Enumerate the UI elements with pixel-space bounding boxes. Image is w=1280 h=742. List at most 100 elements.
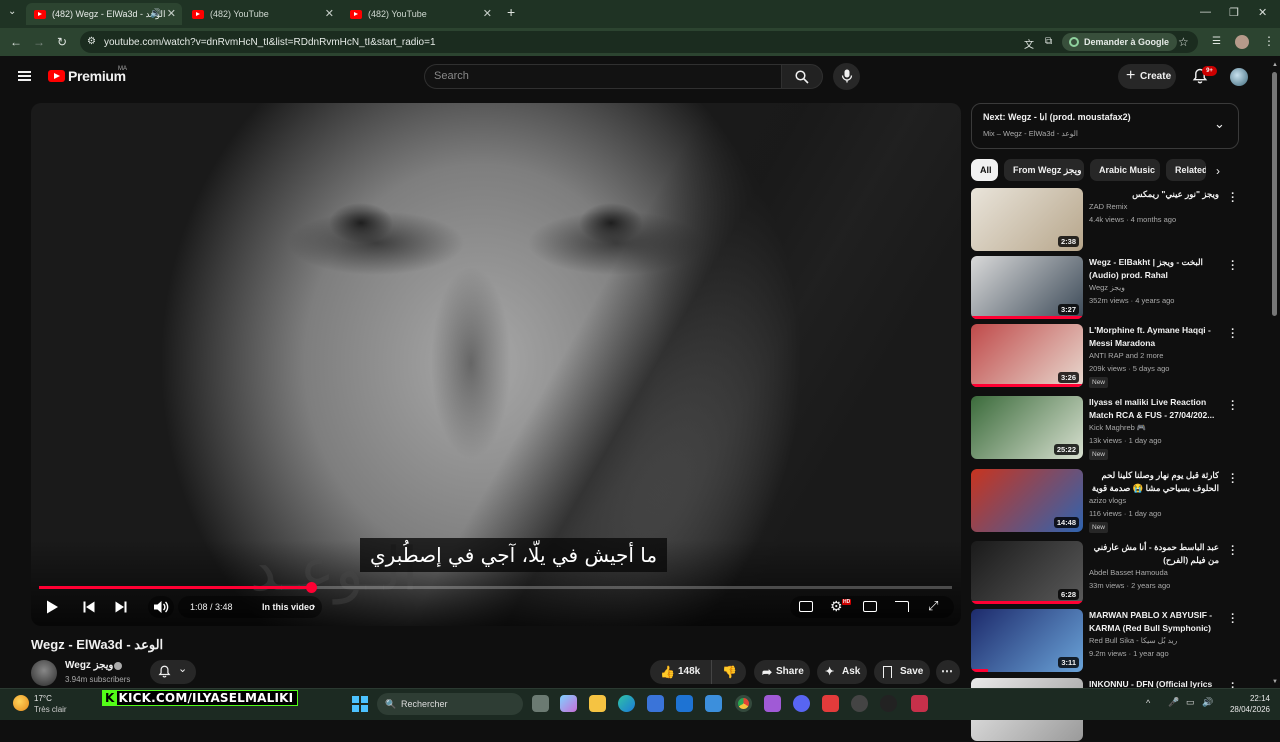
recommendation-title[interactable]: Ilyass el maliki Live Reaction Match RCA…: [1089, 396, 1219, 421]
profile-avatar[interactable]: [1235, 35, 1249, 49]
expand-chevron-icon[interactable]: ⌄: [1214, 116, 1225, 132]
weather-icon[interactable]: [13, 695, 29, 711]
restore-icon[interactable]: ❐: [1229, 6, 1239, 19]
ask-button[interactable]: ✦ Ask: [817, 660, 867, 684]
tab-wegz-elwa3d[interactable]: (482) Wegz - ElWa3d - الوعد 🔊 ✕: [26, 3, 182, 25]
browser-menu-icon[interactable]: ⋮: [1263, 34, 1275, 48]
voice-search-button[interactable]: [833, 63, 860, 90]
temperature[interactable]: 17°C: [34, 694, 52, 703]
site-info-icon[interactable]: ⚙: [87, 36, 96, 47]
reload-icon[interactable]: ↻: [57, 35, 67, 49]
close-window-icon[interactable]: ✕: [1258, 6, 1267, 19]
recommendation-title[interactable]: Wegz - ElBakht | البخت - ويجز (Audio) pr…: [1089, 256, 1219, 281]
account-avatar[interactable]: [1230, 68, 1248, 86]
cast-icon[interactable]: [895, 601, 909, 612]
copilot-icon[interactable]: [560, 695, 577, 712]
more-options-icon[interactable]: ···: [1229, 257, 1237, 276]
more-options-icon[interactable]: ···: [1229, 397, 1237, 416]
more-options-icon[interactable]: ···: [1229, 325, 1237, 344]
url-text[interactable]: youtube.com/watch?v=dnRvmHcN_tI&list=RDd…: [104, 37, 436, 48]
video-thumbnail[interactable]: 14:48: [971, 469, 1083, 532]
recommendation-channel[interactable]: ZAD Remix: [1089, 202, 1127, 211]
channel-avatar[interactable]: [31, 660, 57, 686]
edge-icon[interactable]: [618, 695, 635, 712]
tab-youtube-2[interactable]: (482) YouTube ✕: [184, 3, 340, 25]
search-button[interactable]: [781, 64, 823, 89]
taskbar-search-box[interactable]: 🔍 Rechercher: [377, 693, 523, 715]
previous-button[interactable]: [78, 596, 100, 618]
more-options-icon[interactable]: ···: [1229, 470, 1237, 489]
chip-arabic-music[interactable]: Arabic Music: [1090, 159, 1160, 181]
scroll-down-icon[interactable]: ▼: [1272, 679, 1278, 685]
discord-icon[interactable]: [793, 695, 810, 712]
video-thumbnail[interactable]: 2:38: [971, 188, 1083, 251]
microphone-tray-icon[interactable]: 🎤: [1168, 697, 1179, 708]
network-icon[interactable]: ▭: [1186, 697, 1195, 708]
recommendation-title[interactable]: ويجز "نور عيني" ريمكس: [1089, 188, 1219, 201]
play-button[interactable]: [40, 596, 64, 618]
recommendation-channel[interactable]: Abdel Basset Hamouda: [1089, 568, 1168, 577]
progress-scrubber-handle[interactable]: [306, 582, 318, 593]
more-actions-button[interactable]: ⋯: [936, 660, 960, 684]
subtitles-icon[interactable]: [799, 601, 813, 612]
more-options-icon[interactable]: ···: [1229, 610, 1237, 629]
recommendation-card[interactable]: 6:28 عبد الباسط حمودة - أنا مش عارفني من …: [971, 541, 1241, 605]
speaker-icon[interactable]: 🔊: [150, 8, 161, 19]
time-and-chapters[interactable]: 1:08 / 3:48 In this video ›: [178, 596, 322, 618]
chips-scroll-right-icon[interactable]: ›: [1216, 164, 1220, 178]
new-tab-icon[interactable]: +: [507, 4, 515, 20]
youtube-logo-icon[interactable]: [48, 70, 65, 82]
video-thumbnail[interactable]: 25:22: [971, 396, 1083, 459]
system-tray-chevron-icon[interactable]: ^: [1146, 698, 1150, 708]
close-tab-icon[interactable]: ✕: [483, 7, 492, 20]
in-this-video-button[interactable]: In this video: [262, 596, 315, 618]
miniplayer-icon[interactable]: [863, 601, 877, 612]
close-tab-icon[interactable]: ✕: [167, 7, 176, 20]
store-icon[interactable]: [647, 695, 664, 712]
ask-google-button[interactable]: Demander à Google: [1062, 33, 1178, 51]
share-button[interactable]: ➦ Share: [754, 660, 810, 684]
recommendation-title[interactable]: عبد الباسط حمودة - أنا مش عارفني من فيلم…: [1089, 541, 1219, 566]
recommendation-channel[interactable]: azizo vlogs: [1089, 496, 1126, 505]
volume-tray-icon[interactable]: 🔊: [1202, 697, 1213, 708]
video-thumbnail[interactable]: 6:28: [971, 541, 1083, 604]
task-view-icon[interactable]: [532, 695, 549, 712]
recommendation-card[interactable]: 3:11 MARWAN PABLO X ABYUSIF - KARMA (Red …: [971, 609, 1241, 673]
chip-all[interactable]: All: [971, 159, 998, 181]
obs-icon[interactable]: [851, 695, 868, 712]
scroll-up-icon[interactable]: ▲: [1272, 62, 1278, 68]
bookmark-star-icon[interactable]: ☆: [1178, 35, 1189, 49]
capcut-icon[interactable]: [880, 695, 897, 712]
tab-youtube-3[interactable]: (482) YouTube ✕: [342, 3, 498, 25]
recommendation-channel[interactable]: Kick Maghreb 🎮: [1089, 423, 1146, 432]
install-app-icon[interactable]: ⧉: [1045, 36, 1052, 47]
chip-related[interactable]: Related: [1166, 159, 1206, 181]
chrome-icon[interactable]: [735, 695, 752, 712]
video-thumbnail[interactable]: 3:11: [971, 609, 1083, 672]
recommendation-title[interactable]: L'Morphine ft. Aymane Haqqi - Messi Mara…: [1089, 324, 1219, 349]
settings-gear-icon[interactable]: ⚙: [830, 598, 843, 615]
recommendation-card[interactable]: 25:22 Ilyass el maliki Live Reaction Matc…: [971, 396, 1241, 460]
outlook-icon[interactable]: [676, 695, 693, 712]
next-button[interactable]: [110, 596, 132, 618]
adobe-icon[interactable]: [822, 695, 839, 712]
photos-icon[interactable]: [705, 695, 722, 712]
channel-name[interactable]: Wegz ويجز: [65, 660, 113, 671]
subscription-bell-button[interactable]: ⌄: [150, 660, 196, 684]
scrollbar-thumb[interactable]: [1272, 72, 1277, 316]
recording-app-icon[interactable]: [911, 695, 928, 712]
video-thumbnail[interactable]: 3:27: [971, 256, 1083, 319]
tab-list-chevron-icon[interactable]: ⌄: [8, 6, 16, 17]
taskbar-clock[interactable]: 22:14 28/04/2026: [1228, 693, 1270, 715]
recommendation-channel[interactable]: Wegz ويجز: [1089, 283, 1125, 292]
recommendation-card[interactable]: 14:48 كارثة قبل يوم نهار وصلنا كلينا لحم …: [971, 469, 1241, 533]
playlist-next-panel[interactable]: [971, 103, 1239, 149]
search-input[interactable]: [424, 64, 782, 89]
video-progress-bar[interactable]: [39, 582, 952, 593]
recommendation-channel[interactable]: ANTI RAP and 2 more: [1089, 351, 1163, 360]
recommendation-title[interactable]: كارثة قبل يوم نهار وصلنا كلينا لحم الحلو…: [1089, 469, 1219, 495]
recommendation-title[interactable]: MARWAN PABLO X ABYUSIF - KARMA (Red Bull…: [1089, 609, 1219, 635]
reading-list-icon[interactable]: ☰: [1212, 36, 1221, 47]
create-button[interactable]: Create: [1118, 63, 1176, 89]
translate-icon[interactable]: 文: [1024, 36, 1034, 51]
